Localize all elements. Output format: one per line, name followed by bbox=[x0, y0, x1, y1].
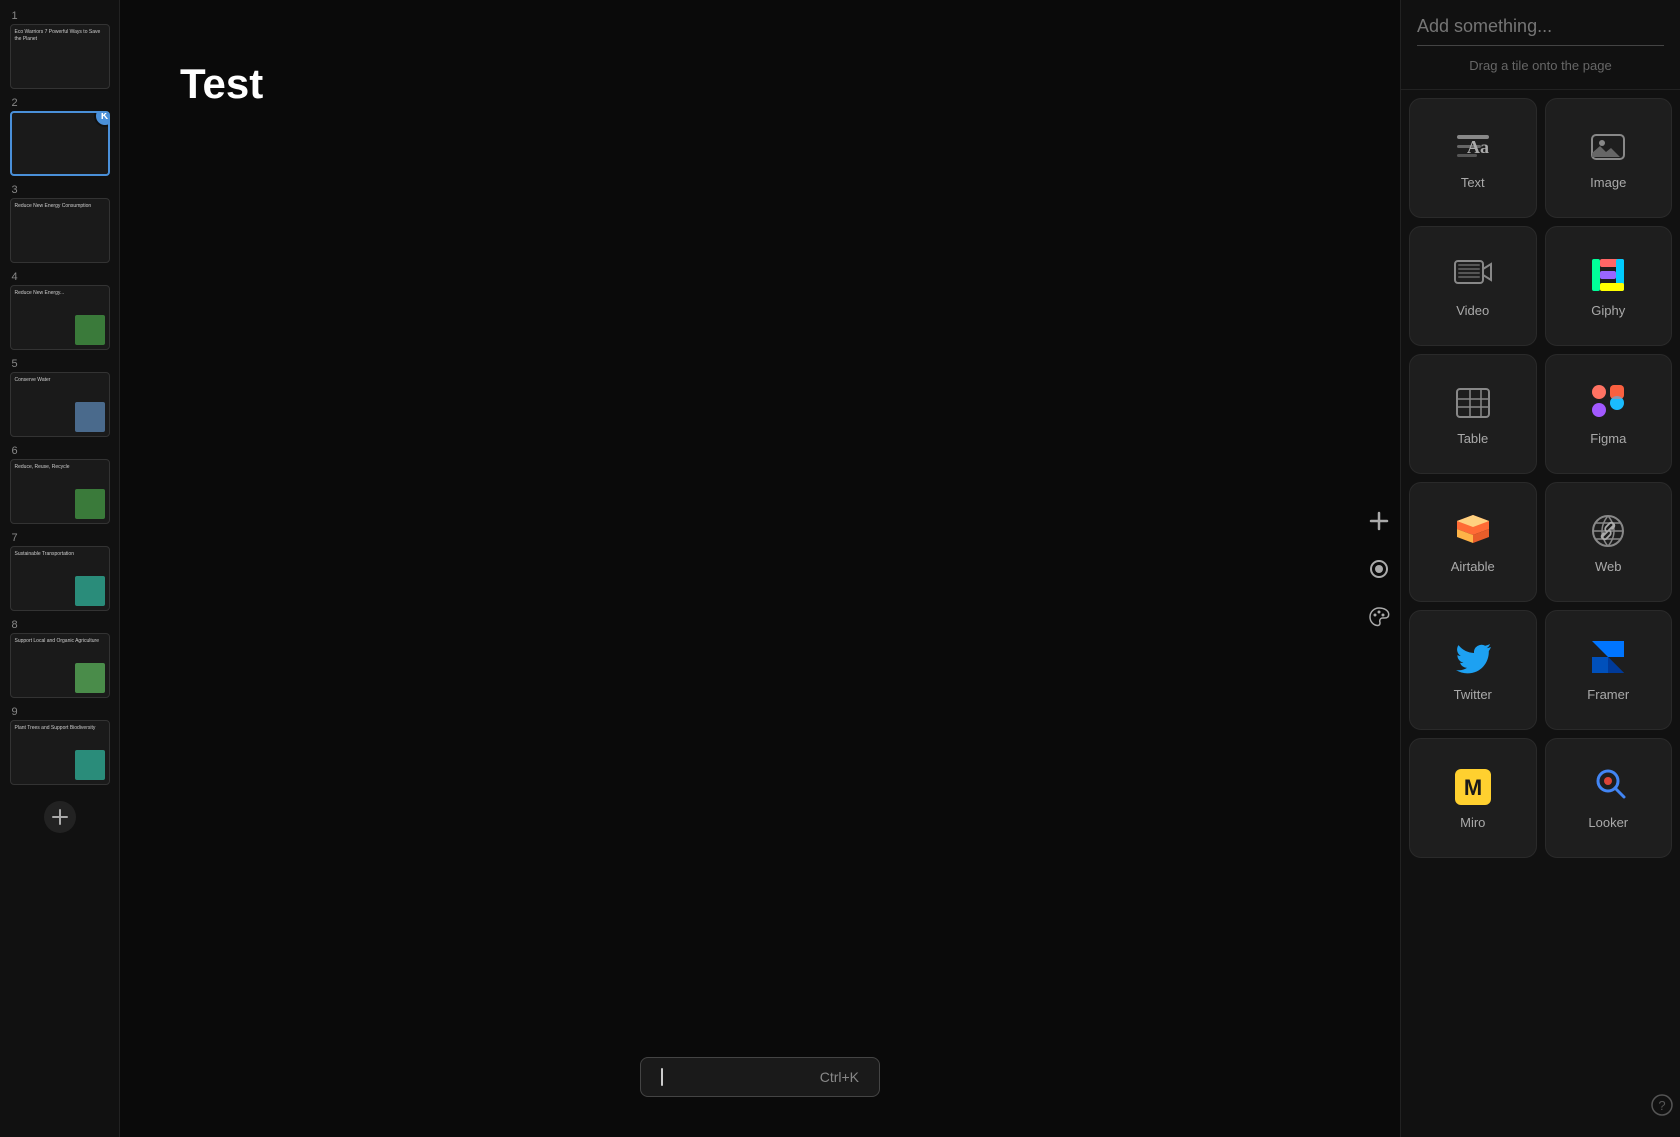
slide-thumbnail-image bbox=[75, 315, 105, 345]
slide-number: 4 bbox=[10, 271, 110, 283]
slide-thumbnail-image bbox=[75, 489, 105, 519]
tile-web[interactable]: Web bbox=[1545, 482, 1673, 602]
tiles-grid: Aa Text Image Video Giphy bbox=[1401, 90, 1680, 866]
slide-thumbnail-image bbox=[75, 402, 105, 432]
looker-label: Looker bbox=[1588, 815, 1628, 830]
tile-framer[interactable]: Framer bbox=[1545, 610, 1673, 730]
slide-item[interactable]: 3 Reduce New Energy Consumption bbox=[10, 184, 110, 263]
slide-title: Test bbox=[180, 60, 263, 108]
slide-item[interactable]: 4 Reduce New Energy... bbox=[10, 271, 110, 350]
tile-twitter[interactable]: Twitter bbox=[1409, 610, 1537, 730]
slide-number: 7 bbox=[10, 532, 110, 544]
slide-thumbnail[interactable]: K bbox=[10, 111, 110, 176]
text-label: Text bbox=[1461, 175, 1485, 190]
text-icon: Aa bbox=[1453, 127, 1493, 167]
slide-item[interactable]: 7 Sustainable Transportation bbox=[10, 532, 110, 611]
slide-number: 1 bbox=[10, 10, 110, 22]
slide-thumb-text: Reduce New Energy Consumption bbox=[11, 199, 109, 262]
slide-number: 8 bbox=[10, 619, 110, 631]
video-icon bbox=[1453, 255, 1493, 295]
slide-panel: 1 Eco Warriors 7 Powerful Ways to Save th… bbox=[0, 0, 120, 1137]
slide-thumbnail-image bbox=[75, 663, 105, 693]
airtable-label: Airtable bbox=[1451, 559, 1495, 574]
looker-icon bbox=[1588, 767, 1628, 807]
tile-giphy[interactable]: Giphy bbox=[1545, 226, 1673, 346]
slide-thumbnail[interactable]: Sustainable Transportation bbox=[10, 546, 110, 611]
slide-thumbnail-image bbox=[75, 750, 105, 780]
slide-number: 2 bbox=[10, 97, 110, 109]
tile-image[interactable]: Image bbox=[1545, 98, 1673, 218]
slide-thumbnail[interactable]: Reduce New Energy... bbox=[10, 285, 110, 350]
giphy-label: Giphy bbox=[1591, 303, 1625, 318]
tile-miro[interactable]: M Miro bbox=[1409, 738, 1537, 858]
figma-label: Figma bbox=[1590, 431, 1626, 446]
slide-thumbnail[interactable]: Support Local and Organic Agriculture bbox=[10, 633, 110, 698]
figma-icon bbox=[1590, 383, 1626, 423]
add-toolbar-button[interactable] bbox=[1363, 505, 1395, 537]
video-label: Video bbox=[1456, 303, 1489, 318]
slide-thumb-text: Eco Warriors 7 Powerful Ways to Save the… bbox=[11, 25, 109, 88]
framer-icon bbox=[1590, 639, 1626, 679]
add-slide-button[interactable] bbox=[44, 801, 76, 833]
image-icon bbox=[1588, 127, 1628, 167]
image-label: Image bbox=[1590, 175, 1626, 190]
miro-icon: M bbox=[1453, 767, 1493, 807]
canvas-area: Test Ctrl+K bbox=[120, 0, 1400, 1137]
framer-label: Framer bbox=[1587, 687, 1629, 702]
giphy-icon bbox=[1588, 255, 1628, 295]
twitter-label: Twitter bbox=[1454, 687, 1492, 702]
help-button[interactable]: ? bbox=[1650, 1093, 1674, 1117]
cursor bbox=[661, 1068, 663, 1086]
slide-number: 9 bbox=[10, 706, 110, 718]
svg-text:?: ? bbox=[1658, 1098, 1665, 1113]
airtable-icon bbox=[1453, 511, 1493, 551]
command-shortcut: Ctrl+K bbox=[820, 1069, 859, 1085]
twitter-icon bbox=[1453, 639, 1493, 679]
slide-item[interactable]: 6 Reduce, Reuse, Recycle bbox=[10, 445, 110, 524]
slide-item[interactable]: 1 Eco Warriors 7 Powerful Ways to Save th… bbox=[10, 10, 110, 89]
slide-number: 6 bbox=[10, 445, 110, 457]
tile-table[interactable]: Table bbox=[1409, 354, 1537, 474]
slide-thumbnail[interactable]: Reduce, Reuse, Recycle bbox=[10, 459, 110, 524]
slide-item[interactable]: 8 Support Local and Organic Agriculture bbox=[10, 619, 110, 698]
web-label: Web bbox=[1595, 559, 1622, 574]
table-icon bbox=[1453, 383, 1493, 423]
right-toolbar bbox=[1363, 505, 1395, 633]
slide-thumbnail[interactable]: Eco Warriors 7 Powerful Ways to Save the… bbox=[10, 24, 110, 89]
slide-thumbnail[interactable]: Reduce New Energy Consumption bbox=[10, 198, 110, 263]
web-icon bbox=[1588, 511, 1628, 551]
svg-text:Aa: Aa bbox=[1467, 137, 1489, 157]
slide-item[interactable]: 5 Conserve Water bbox=[10, 358, 110, 437]
tile-looker[interactable]: Looker bbox=[1545, 738, 1673, 858]
slide-item[interactable]: 2K bbox=[10, 97, 110, 176]
tile-figma[interactable]: Figma bbox=[1545, 354, 1673, 474]
drag-hint: Drag a tile onto the page bbox=[1417, 46, 1664, 81]
slide-number: 3 bbox=[10, 184, 110, 196]
slide-thumbnail[interactable]: Conserve Water bbox=[10, 372, 110, 437]
svg-text:M: M bbox=[1464, 775, 1482, 800]
record-toolbar-button[interactable] bbox=[1363, 553, 1395, 585]
avatar: K bbox=[94, 111, 110, 127]
tile-airtable[interactable]: Airtable bbox=[1409, 482, 1537, 602]
table-label: Table bbox=[1457, 431, 1488, 446]
command-bar[interactable]: Ctrl+K bbox=[640, 1057, 880, 1097]
add-something-search[interactable] bbox=[1417, 16, 1664, 46]
slide-thumbnail-image bbox=[75, 576, 105, 606]
slide-item[interactable]: 9 Plant Trees and Support Biodiversity bbox=[10, 706, 110, 785]
add-tiles-panel: Drag a tile onto the page Aa Text Image … bbox=[1400, 0, 1680, 1137]
miro-label: Miro bbox=[1460, 815, 1485, 830]
panel-header: Drag a tile onto the page bbox=[1401, 0, 1680, 90]
tile-video[interactable]: Video bbox=[1409, 226, 1537, 346]
palette-toolbar-button[interactable] bbox=[1363, 601, 1395, 633]
tile-text[interactable]: Aa Text bbox=[1409, 98, 1537, 218]
slide-number: 5 bbox=[10, 358, 110, 370]
slide-thumbnail[interactable]: Plant Trees and Support Biodiversity bbox=[10, 720, 110, 785]
